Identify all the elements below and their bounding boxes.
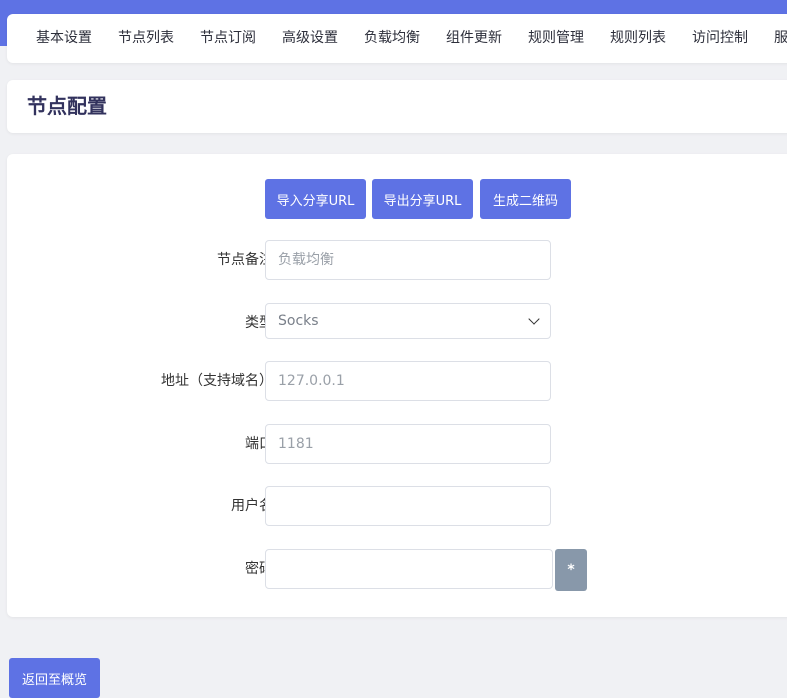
export-url-button[interactable]: 导出分享URL	[372, 179, 473, 219]
nav-tabs-card: 基本设置 节点列表 节点订阅 高级设置 负载均衡 组件更新 规则管理 规则列表 …	[7, 14, 787, 63]
port-input[interactable]	[265, 424, 551, 464]
back-to-overview-button[interactable]: 返回至概览	[9, 658, 100, 698]
chevron-down-icon	[528, 313, 540, 325]
type-select-value: Socks	[278, 313, 319, 329]
tab-advanced-settings[interactable]: 高级设置	[282, 29, 338, 47]
username-input[interactable]	[265, 486, 551, 526]
import-url-button[interactable]: 导入分享URL	[265, 179, 366, 219]
address-input[interactable]	[265, 361, 551, 401]
tab-rule-list[interactable]: 规则列表	[610, 29, 666, 47]
title-card: 节点配置	[7, 80, 787, 133]
address-label: 地址（支持域名）	[161, 373, 273, 389]
qrcode-button[interactable]: 生成二维码	[480, 179, 571, 219]
tab-node-subscription[interactable]: 节点订阅	[200, 29, 256, 47]
nav-tabs: 基本设置 节点列表 节点订阅 高级设置 负载均衡 组件更新 规则管理 规则列表 …	[36, 29, 787, 47]
tab-rule-management[interactable]: 规则管理	[528, 29, 584, 47]
tab-access-control[interactable]: 访问控制	[692, 29, 748, 47]
password-toggle-button[interactable]: *	[555, 549, 587, 591]
node-config-form: 导入分享URL 导出分享URL 生成二维码 节点备注 类型 Socks 地址（支…	[7, 154, 787, 617]
page-title: 节点配置	[27, 94, 107, 118]
tab-load-balance[interactable]: 负载均衡	[364, 29, 420, 47]
tab-component-update[interactable]: 组件更新	[446, 29, 502, 47]
tab-basic-settings[interactable]: 基本设置	[36, 29, 92, 47]
type-select[interactable]: Socks	[265, 303, 551, 339]
password-input[interactable]	[265, 549, 553, 589]
tab-server[interactable]: 服务	[774, 29, 787, 47]
remark-input[interactable]	[265, 240, 551, 280]
tab-node-list[interactable]: 节点列表	[118, 29, 174, 47]
